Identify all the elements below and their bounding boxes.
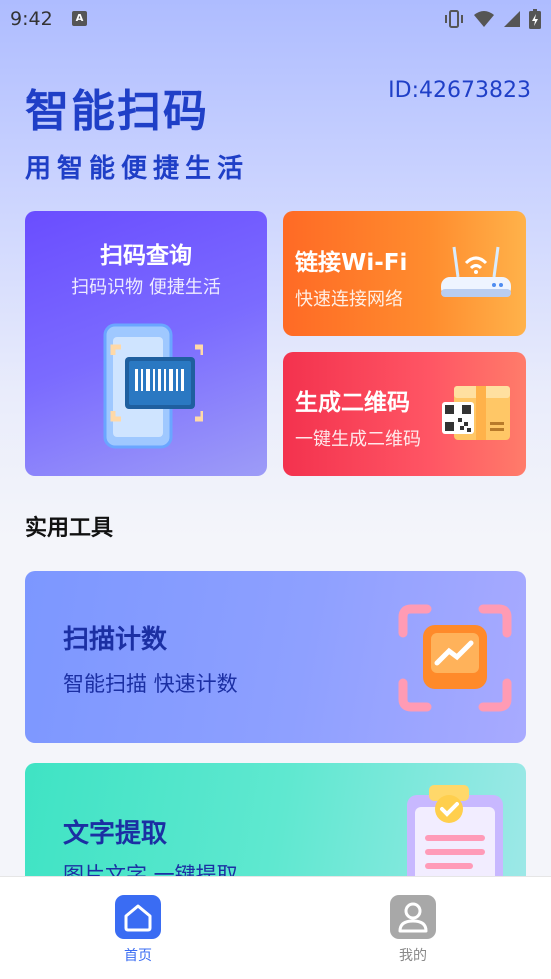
vibrate-icon — [445, 10, 463, 28]
wifi-card-title: 链接Wi-Fi — [295, 250, 408, 276]
qr-box-icon — [442, 386, 510, 440]
status-icons — [443, 9, 541, 29]
router-icon — [441, 246, 511, 297]
scan-count-icon — [398, 604, 512, 712]
tools-section-title: 实用工具 — [25, 516, 114, 541]
app-title: 智能扫码 — [25, 86, 209, 137]
tab-mine-label: 我的 — [399, 948, 427, 964]
scan-count-subtitle: 智能扫描 快速计数 — [63, 672, 238, 696]
scan-card-subtitle: 扫码识物 便捷生活 — [71, 277, 221, 298]
qr-card-subtitle: 一键生成二维码 — [295, 429, 421, 450]
bottom-tab-bar: 首页 我的 — [0, 876, 551, 979]
scan-count-title: 扫描计数 — [63, 625, 168, 655]
scan-card-title: 扫码查询 — [100, 243, 192, 269]
wifi-signal-icon — [474, 11, 494, 27]
status-time: 9:42 — [10, 8, 53, 30]
home-icon — [115, 895, 161, 939]
generate-qr-card[interactable]: 生成二维码 一键生成二维码 — [283, 352, 526, 476]
profile-icon — [390, 895, 436, 939]
notification-app-icon: A — [72, 11, 87, 26]
barcode-phone-icon — [103, 323, 203, 449]
tab-home-label: 首页 — [124, 948, 152, 964]
battery-icon — [529, 9, 541, 29]
qr-card-title: 生成二维码 — [295, 390, 410, 416]
app-subtitle: 用智能便捷生活 — [25, 154, 250, 184]
scan-query-card[interactable]: 扫码查询 扫码识物 便捷生活 — [25, 211, 267, 476]
scan-count-card[interactable]: 扫描计数 智能扫描 快速计数 — [25, 571, 526, 743]
user-id: ID:42673823 — [388, 78, 531, 103]
text-extract-title: 文字提取 — [63, 819, 168, 849]
status-bar: 9:42 A — [0, 0, 551, 40]
connect-wifi-card[interactable]: 链接Wi-Fi 快速连接网络 — [283, 211, 526, 336]
tab-home[interactable]: 首页 — [98, 895, 178, 965]
tab-mine[interactable]: 我的 — [373, 895, 453, 965]
wifi-card-subtitle: 快速连接网络 — [295, 289, 403, 310]
cell-signal-icon — [504, 11, 520, 27]
